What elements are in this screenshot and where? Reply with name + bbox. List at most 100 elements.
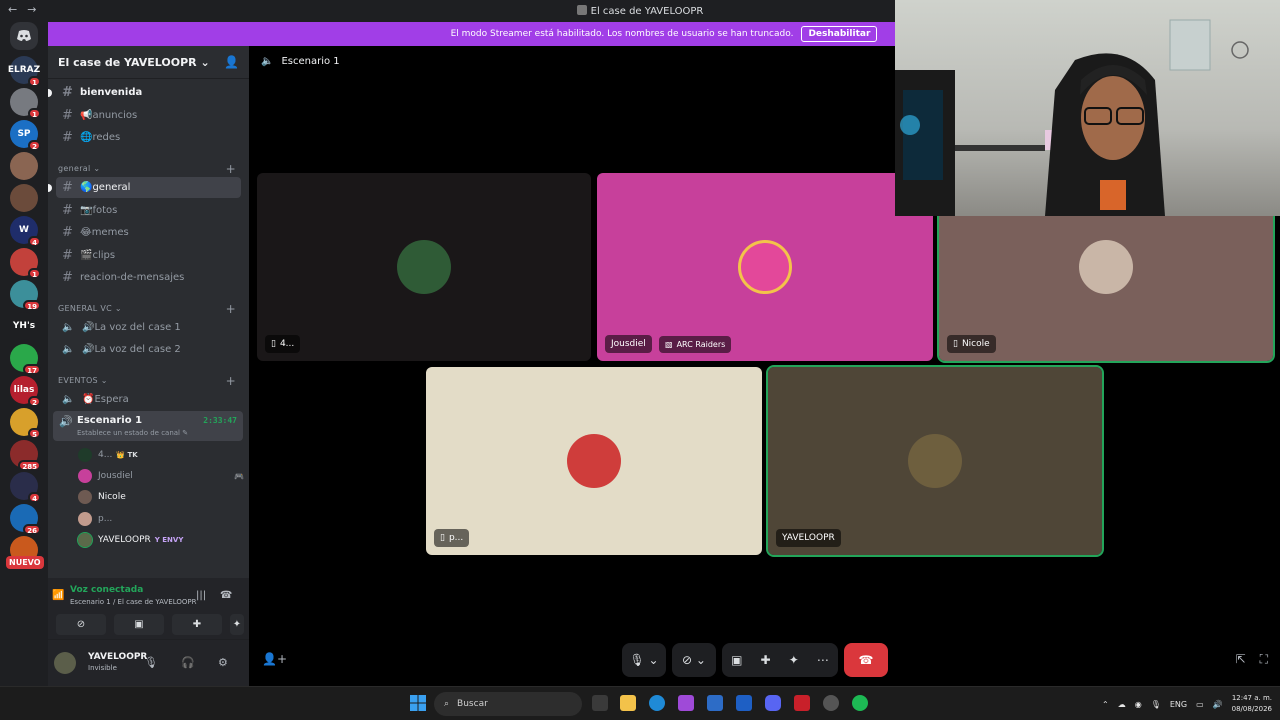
activities-button[interactable]: ✚ — [172, 614, 222, 635]
edge-icon[interactable] — [649, 695, 665, 711]
stage-user[interactable]: Nicole — [78, 490, 238, 504]
avatar[interactable] — [54, 652, 76, 674]
game-activity[interactable]: ▧ ARC Raiders — [659, 336, 732, 353]
disconnect-icon[interactable]: ☎ — [220, 590, 232, 601]
channel-bienvenida[interactable]: # bienvenida — [48, 82, 241, 103]
participant-tile[interactable]: ▯ p... — [426, 367, 762, 555]
discord-taskbar-icon[interactable] — [765, 695, 781, 711]
tray-app-icon[interactable]: ◉ — [1135, 700, 1142, 709]
add-channel-icon[interactable]: + — [226, 374, 236, 388]
gear-icon[interactable]: ⚙ — [218, 656, 228, 669]
soundboard-button[interactable]: ✦ — [230, 614, 244, 635]
invite-to-stage-icon[interactable]: 👤+ — [262, 652, 287, 666]
camera-button[interactable]: ⊘ ⌄ — [672, 643, 716, 677]
server-icon[interactable]: 5 — [10, 408, 41, 439]
server-icon[interactable]: W4 — [10, 216, 41, 247]
more-icon[interactable]: ⋯ — [817, 653, 829, 667]
channel-label: La voz del case 2 — [94, 344, 181, 355]
task-view-icon[interactable] — [592, 695, 608, 711]
microphone-icon[interactable]: 🎙 — [144, 656, 158, 669]
activities-icon[interactable]: ✚ — [761, 653, 771, 667]
channel-reacion-de-mensajes[interactable]: # reacion-de-mensajes — [56, 267, 241, 288]
server-icon[interactable]: YH's — [10, 312, 38, 340]
stage-user[interactable]: Jousdiel 🎮 — [78, 469, 244, 483]
disable-streamer-button[interactable]: Deshabilitar — [801, 26, 878, 42]
participant-tile[interactable]: Jousdiel ▧ ARC Raiders — [597, 173, 933, 361]
signal-icon[interactable]: 📶 — [52, 590, 64, 601]
channel-fotos[interactable]: # 📷 fotos — [56, 200, 241, 221]
channel-emoji: 😂 — [80, 227, 92, 238]
channel-general[interactable]: # 🌎 general — [48, 177, 241, 198]
add-channel-icon[interactable]: + — [226, 302, 236, 316]
headphones-icon[interactable]: 🎧 — [181, 656, 195, 669]
voice-channel-1[interactable]: 🔈 🔊 La voz del case 1 — [56, 317, 241, 338]
category-general[interactable]: general ⌄ + — [58, 162, 238, 176]
server-icon[interactable] — [10, 184, 38, 212]
voice-channel-2[interactable]: 🔈 🔊 La voz del case 2 — [56, 339, 241, 360]
voice-connected-subtitle[interactable]: Escenario 1 / El case de YAVELOOPR — [70, 598, 196, 606]
screen-share-icon[interactable]: ▣ — [731, 653, 742, 667]
invite-people-icon[interactable]: 👤 — [224, 55, 239, 69]
stage-user[interactable]: YAVELOOPR Y ENVY — [77, 532, 238, 548]
store-icon[interactable] — [707, 695, 723, 711]
channel-anuncios[interactable]: # 📢 anuncios — [56, 105, 241, 126]
category-eventos[interactable]: EVENTOS ⌄ + — [58, 374, 238, 388]
soundboard-icon[interactable]: ✦ — [789, 653, 799, 667]
channel-clips[interactable]: # 🎬 clips — [56, 245, 241, 266]
category-general-vc[interactable]: GENERAL VC ⌄ + — [58, 302, 238, 316]
volume-icon[interactable]: 🔊 — [1213, 700, 1223, 709]
server-icon[interactable]: 1 — [10, 248, 41, 279]
stage-channel-status[interactable]: Establece un estado de canal ✎ — [77, 429, 188, 437]
fullscreen-icon[interactable]: ⛶ — [1260, 652, 1268, 667]
network-icon[interactable]: ▭ — [1196, 700, 1204, 709]
file-explorer-icon[interactable] — [620, 695, 636, 711]
channel-espera[interactable]: 🔈 ⏰ Espera — [56, 389, 241, 410]
avatar — [77, 532, 93, 548]
spotify-icon[interactable] — [852, 695, 868, 711]
microphone-button[interactable]: 🎙 ⌄ — [622, 643, 666, 677]
camera-off-button[interactable]: ⊘ — [56, 614, 106, 635]
game-launcher-icon[interactable] — [794, 695, 810, 711]
participant-tile[interactable]: YAVELOOPR — [766, 365, 1104, 557]
language-indicator[interactable]: ENG — [1170, 700, 1187, 709]
server-icon[interactable]: 26 — [10, 504, 41, 535]
noise-suppression-icon[interactable]: ||| — [196, 590, 206, 601]
server-icon[interactable]: lilas 2 — [10, 376, 41, 407]
server-icon[interactable]: ELRAZ 1 — [8, 56, 41, 87]
add-channel-icon[interactable]: + — [226, 162, 236, 176]
discord-home-icon[interactable] — [10, 22, 38, 50]
stage-user[interactable]: p... — [78, 512, 238, 526]
participant-tile[interactable]: ▯ 4... — [257, 173, 591, 361]
mention-badge: 1 — [28, 108, 41, 119]
server-icon[interactable] — [10, 152, 38, 180]
avatar — [78, 490, 92, 504]
chevron-up-icon[interactable]: ⌃ — [1102, 700, 1109, 709]
channel-redes[interactable]: # 🌐 redes — [56, 127, 241, 148]
windows-taskbar: ⌕ Buscar ⌃ ☁ ◉ 🎙 ENG ▭ 🔊 12:47 a. m. 08/08… — [0, 686, 1280, 720]
windows-start-icon[interactable] — [410, 695, 426, 711]
stage-channel-active[interactable]: 🔊 Escenario 1 Establece un estado de can… — [53, 411, 243, 441]
server-icon[interactable]: 19 — [10, 280, 41, 311]
server-icon[interactable]: 4 — [10, 472, 41, 503]
server-icon[interactable]: SP 2 — [10, 120, 41, 151]
server-icon[interactable]: 17 — [10, 344, 41, 375]
microphone-icon[interactable]: 🎙 — [1151, 700, 1161, 709]
onedrive-icon[interactable]: ☁ — [1118, 700, 1126, 709]
stage-user[interactable]: 4... 👑 TK — [78, 448, 238, 462]
disconnect-button[interactable]: ☎ — [844, 643, 888, 677]
screen-share-button[interactable]: ▣ — [114, 614, 164, 635]
server-header[interactable]: El case de YAVELOOPR ⌄ 👤 — [48, 46, 249, 79]
taskbar-search[interactable]: ⌕ Buscar — [434, 692, 582, 716]
security-icon[interactable] — [736, 695, 752, 711]
camera-off-icon: ⊘ — [76, 619, 86, 630]
call-actions-group: ▣ ✚ ✦ ⋯ — [722, 643, 838, 677]
server-list: ELRAZ 1 1 SP 2 W 4 1 19 YH's 17 lilas 2 5 285 4 26 NUEVO — [0, 22, 48, 686]
server-icon[interactable]: 285 — [10, 440, 41, 471]
app-icon[interactable] — [823, 695, 839, 711]
user-tag: Y ENVY — [154, 536, 184, 544]
popout-icon[interactable]: ⇱ — [1236, 652, 1246, 667]
clock[interactable]: 12:47 a. m. 08/08/2026 — [1232, 693, 1272, 715]
channel-memes[interactable]: # 😂 memes — [56, 222, 241, 243]
server-icon[interactable]: 1 — [10, 88, 41, 119]
copilot-icon[interactable] — [678, 695, 694, 711]
